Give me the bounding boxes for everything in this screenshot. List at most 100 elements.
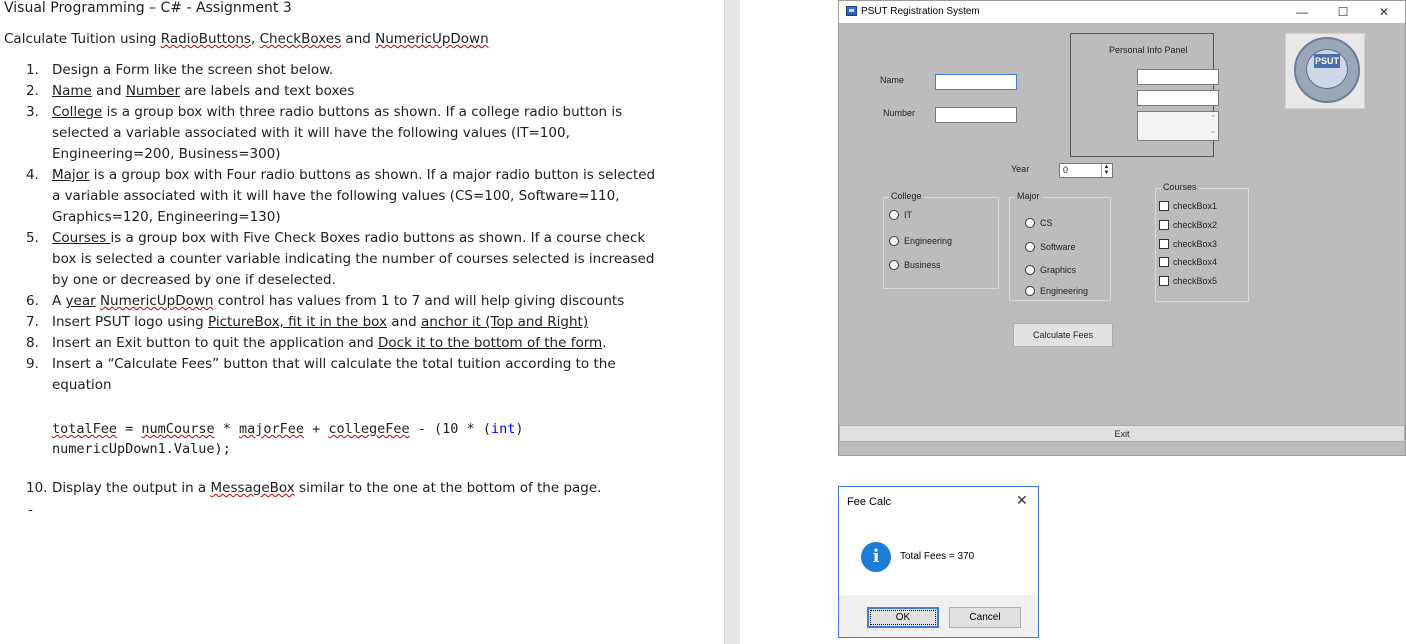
subtitle-radiobuttons: RadioButtons [160,31,251,47]
list-item: 9. Insert a “Calculate Fees” button that … [26,354,666,396]
radio-circle-icon[interactable] [889,236,899,246]
item-number: 2. [26,83,39,99]
radio-circle-icon[interactable] [1025,218,1035,228]
radio-circle-icon[interactable] [889,210,899,220]
radio-circle-icon[interactable] [889,260,899,270]
subtitle-sep2: and [341,31,376,47]
radio-circle-icon[interactable] [1025,286,1035,296]
course-checkbox-1[interactable]: checkBox1 [1159,201,1217,211]
code-token: ) [515,421,524,437]
radio-circle-icon[interactable] [1025,242,1035,252]
list-item: 2. Name and Number are labels and text bo… [26,81,666,102]
major-radio-cs[interactable]: CS [1025,218,1053,228]
list-item: 8. Insert an Exit button to quit the appl… [26,333,666,354]
subtitle-prefix: Calculate Tuition using [4,31,161,47]
name-textbox[interactable] [935,74,1017,90]
major-radio-graphics[interactable]: Graphics [1025,265,1076,275]
item-underline: year [65,293,96,309]
item-underline: NumericUpDown [99,293,214,309]
item-text: similar to the one at the bottom of the … [294,480,602,496]
major-caption: Major [1015,191,1042,201]
code-token: - (10 * ( [409,421,491,437]
item-text: and [91,83,126,99]
college-radio-engineering[interactable]: Engineering [889,236,952,246]
panel-listbox[interactable]: ⌃ ⌄ [1137,111,1219,141]
item-text: and [387,314,421,330]
checkbox-square-icon[interactable] [1159,239,1169,249]
radio-label: IT [904,210,912,220]
ok-button[interactable]: OK [867,607,939,628]
document-title: Visual Programming – C# - Assignment 3 [4,0,292,16]
code-block: totalFee = numCourse * majorFee + colleg… [52,419,523,459]
course-checkbox-3[interactable]: checkBox3 [1159,239,1217,249]
code-token: numCourse [141,421,215,437]
number-textbox[interactable] [935,107,1017,123]
checkbox-square-icon[interactable] [1159,257,1169,267]
item-text: Design a Form like the screen shot below… [52,62,334,78]
item-underline: Courses [52,230,111,246]
document-subtitle: Calculate Tuition using RadioButtons, Ch… [4,31,489,47]
code-token: collegeFee [328,421,410,437]
item-text: is a group box with Five Check Boxes rad… [52,230,655,288]
radio-label: Engineering [904,236,953,246]
radio-label: Business [904,260,941,270]
item-text: control has values from 1 to 7 and will … [213,293,625,309]
item-text: Insert an Exit button to quit the applic… [52,335,379,351]
chevron-up-icon[interactable]: ⌃ [1210,114,1216,122]
code-line: numericUpDown1.Value); [52,441,231,457]
checkbox-square-icon[interactable] [1159,276,1169,286]
cancel-button[interactable]: Cancel [949,607,1021,628]
radio-label: Engineering [1040,286,1089,296]
course-checkbox-2[interactable]: checkBox2 [1159,220,1217,230]
courses-groupbox: Courses checkBox1 checkBox2 checkBox3 ch… [1155,182,1249,302]
major-radio-engineering[interactable]: Engineering [1025,286,1088,296]
course-checkbox-5[interactable]: checkBox5 [1159,276,1217,286]
item-underline: PictureBox, fit it in the box [208,314,388,330]
item-text: are labels and text boxes [180,83,355,99]
list-item: 3. College is a group box with three radi… [26,102,666,165]
subtitle-checkboxes: CheckBoxes [259,31,342,47]
college-radio-business[interactable]: Business [889,260,941,270]
item-number: 9. [26,356,39,372]
close-button[interactable]: ✕ [1369,3,1399,21]
item-underline: Major [52,167,90,183]
radio-circle-icon[interactable] [1025,265,1035,275]
spin-arrows-icon[interactable]: ▲ ▼ [1101,164,1111,177]
messagebox-close-icon[interactable]: ✕ [1016,492,1028,509]
checkbox-square-icon[interactable] [1159,220,1169,230]
item-number: 1. [26,62,39,78]
list-item: 7. Insert PSUT logo using PictureBox, fit… [26,312,666,333]
item-text: is a group box with Four radio buttons a… [52,167,656,225]
radio-label: CS [1040,218,1053,228]
item-number: 6. [26,293,39,309]
major-radio-software[interactable]: Software [1025,242,1076,252]
code-token: + [304,421,329,437]
registration-form-window: PSUT Registration System — ☐ ✕ Name Numb… [838,0,1406,456]
checkbox-label: checkBox3 [1173,239,1218,249]
year-numericupdown[interactable]: 0 ▲ ▼ [1059,163,1113,178]
calculate-fees-button[interactable]: Calculate Fees [1013,323,1113,347]
code-token: majorFee [238,421,304,437]
panel-textbox-1[interactable] [1137,69,1219,85]
psut-logo-picturebox: PSUT [1285,33,1365,109]
name-label: Name [880,75,905,85]
minimize-button[interactable]: — [1287,3,1317,21]
item-text: Insert PSUT logo using [52,314,209,330]
panel-textbox-2[interactable] [1137,90,1219,106]
messagebox-text: Total Fees = 370 [900,551,975,562]
year-value: 0 [1063,165,1069,175]
chevron-down-icon[interactable]: ⌄ [1210,127,1216,135]
item-underline: Dock it to the bottom of the form [378,335,603,351]
item-text: is a group box with three radio buttons … [52,104,623,162]
college-radio-it[interactable]: IT [889,210,912,220]
form-titlebar: PSUT Registration System — ☐ ✕ [839,1,1405,23]
course-checkbox-4[interactable]: checkBox4 [1159,257,1217,267]
fee-calc-messagebox: Fee Calc ✕ i Total Fees = 370 OK Cancel [838,486,1039,638]
code-token: = [117,421,142,437]
item-number: 4. [26,167,39,183]
checkbox-square-icon[interactable] [1159,201,1169,211]
logo-text: PSUT [1314,54,1340,68]
item-number: 10. [26,480,48,496]
maximize-button[interactable]: ☐ [1328,3,1358,21]
exit-button[interactable]: Exit [839,425,1405,442]
